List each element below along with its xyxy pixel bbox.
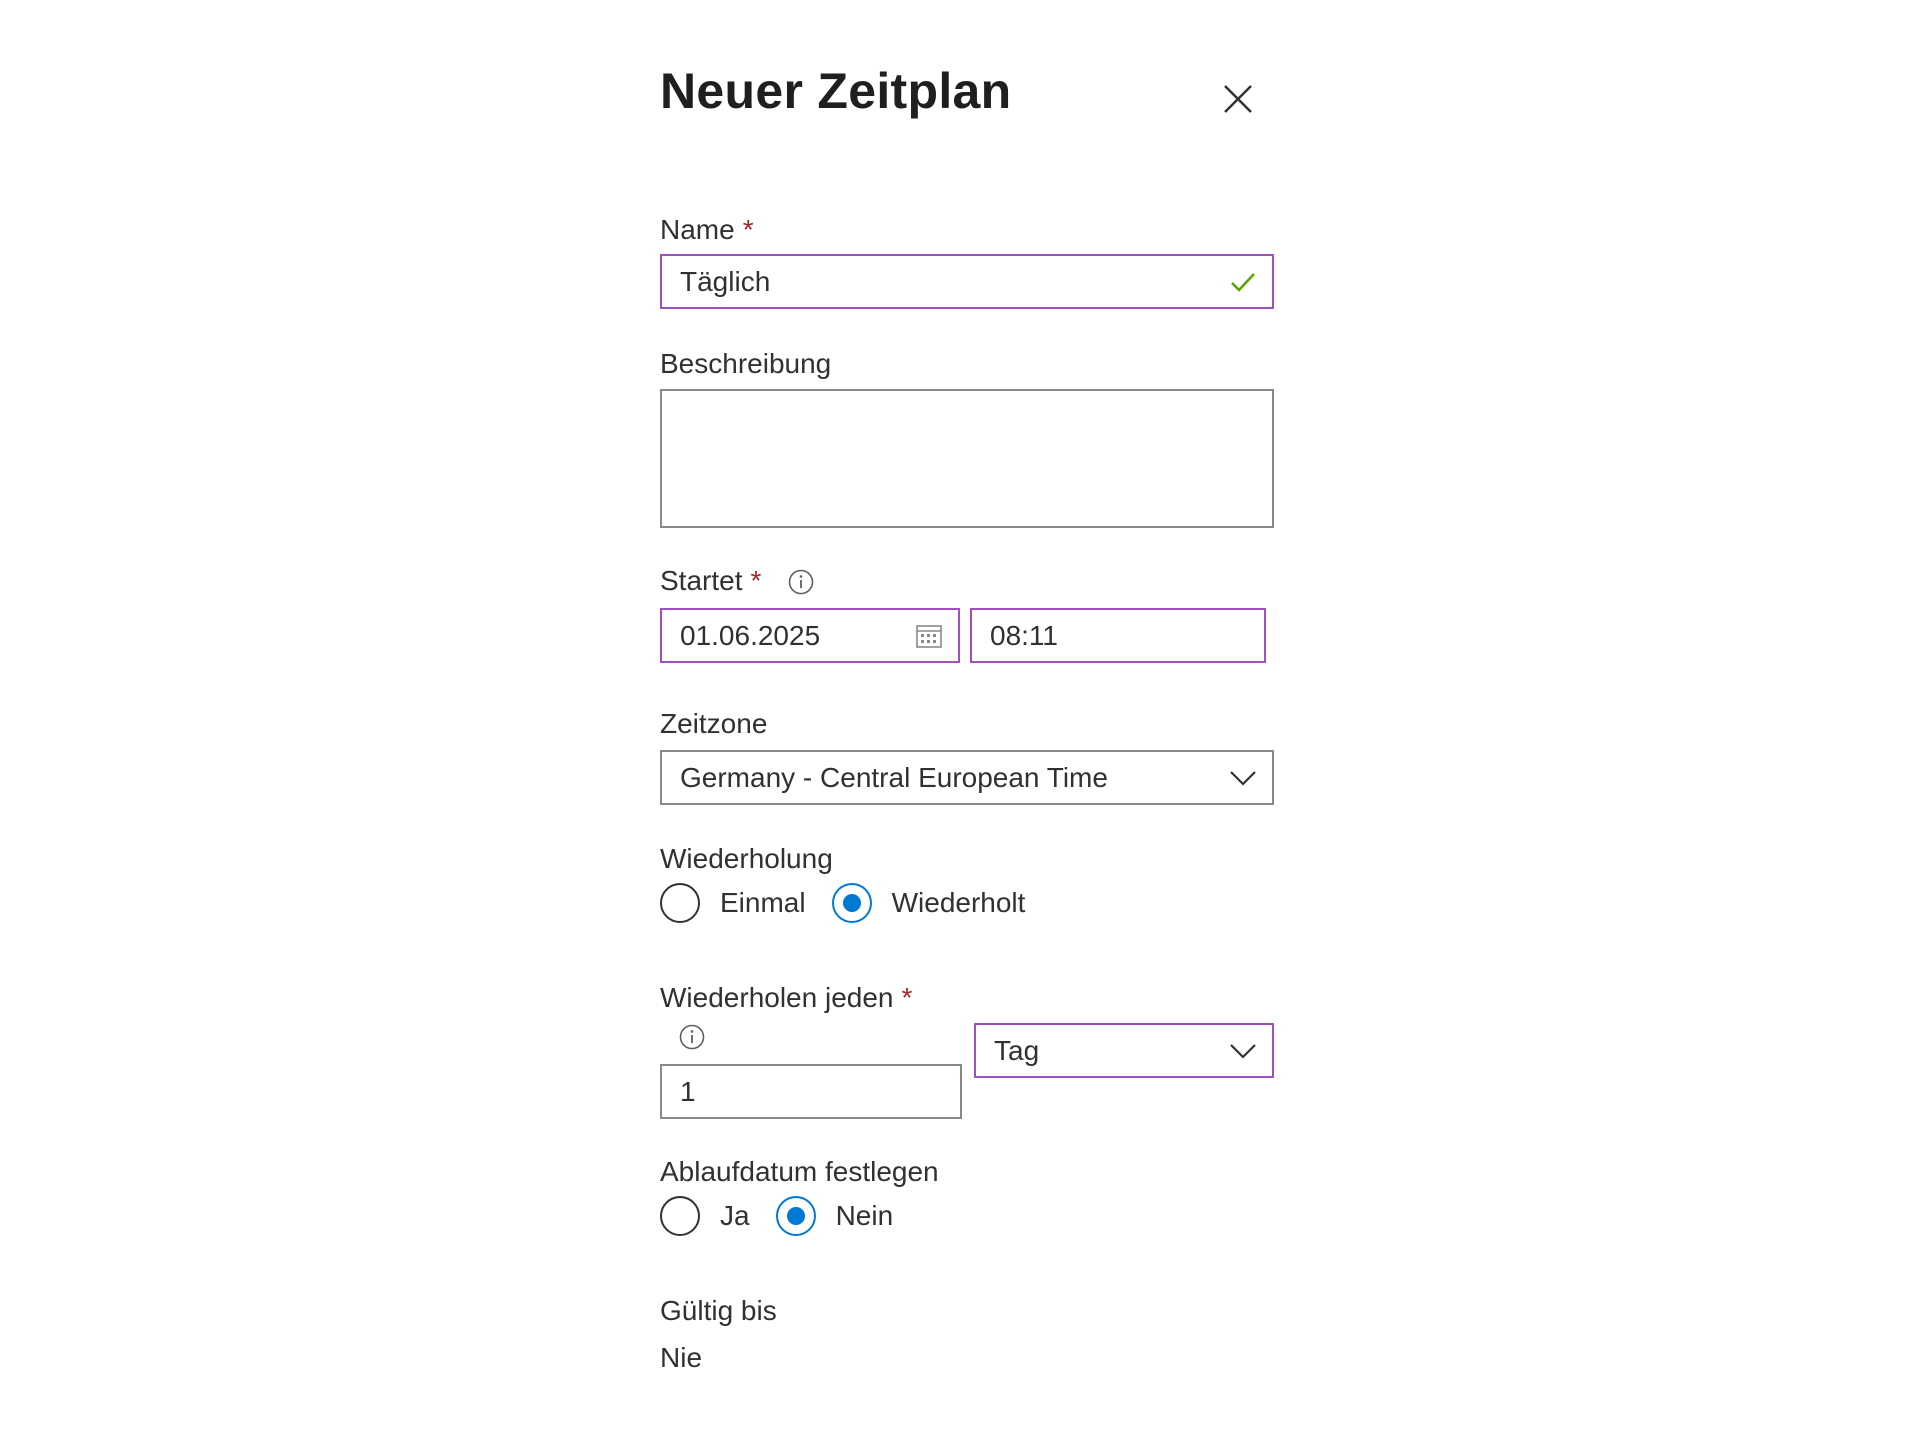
start-label: Startet *	[660, 565, 761, 597]
checkmark-icon	[1226, 265, 1260, 299]
name-input[interactable]: Täglich	[660, 254, 1274, 309]
repeat-every-label-text: Wiederholen jeden	[660, 982, 894, 1013]
new-schedule-panel: Neuer Zeitplan Name * Täglich Beschreibun…	[660, 0, 1275, 1440]
required-marker: *	[901, 982, 913, 1013]
chevron-down-icon	[1226, 761, 1260, 795]
radio-wiederholt[interactable]: Wiederholt	[831, 883, 1026, 923]
calendar-icon[interactable]	[912, 619, 946, 653]
description-label: Beschreibung	[660, 348, 832, 379]
valid-until-label: Gültig bis	[660, 1295, 777, 1326]
description-textarea[interactable]	[660, 389, 1274, 528]
valid-until-value: Nie	[660, 1342, 703, 1373]
dialog-title: Neuer Zeitplan	[660, 63, 1012, 119]
radio-circle-unchecked	[660, 883, 700, 923]
radio-einmal[interactable]: Einmal	[660, 883, 806, 923]
required-marker: *	[742, 214, 754, 245]
name-label-text: Name	[660, 214, 735, 245]
radio-wiederholt-label: Wiederholt	[891, 887, 1026, 918]
info-icon[interactable]	[787, 568, 815, 596]
start-date-picker[interactable]: 01.06.2025	[660, 608, 960, 663]
name-input-value: Täglich	[680, 265, 771, 297]
start-time-input[interactable]: 08:11	[970, 608, 1266, 663]
name-label: Name *	[660, 214, 754, 246]
repeat-every-label: Wiederholen jeden *	[660, 982, 912, 1014]
close-icon	[1224, 85, 1252, 113]
expiration-label: Ablaufdatum festlegen	[660, 1156, 939, 1187]
repeat-unit-selected-value: Tag	[994, 1034, 1040, 1066]
radio-ja[interactable]: Ja	[660, 1196, 750, 1236]
repeat-unit-dropdown[interactable]: Tag	[974, 1023, 1274, 1078]
repeat-interval-value: 1	[680, 1075, 696, 1107]
radio-ja-label: Ja	[720, 1200, 750, 1231]
start-label-text: Startet	[660, 565, 743, 596]
recurrence-label: Wiederholung	[660, 843, 833, 874]
radio-nein-label: Nein	[835, 1200, 894, 1231]
close-button[interactable]	[1217, 78, 1259, 120]
start-time-value: 08:11	[990, 619, 1058, 651]
repeat-interval-input[interactable]: 1	[660, 1064, 962, 1119]
chevron-down-icon	[1226, 1034, 1260, 1068]
radio-circle-checked	[831, 883, 872, 923]
timezone-dropdown[interactable]: Germany - Central European Time	[660, 750, 1274, 805]
timezone-selected-value: Germany - Central European Time	[680, 761, 1108, 793]
radio-circle-checked	[775, 1196, 816, 1236]
radio-einmal-label: Einmal	[720, 887, 806, 918]
radio-nein[interactable]: Nein	[775, 1196, 894, 1236]
timezone-label: Zeitzone	[660, 708, 768, 739]
expiration-radio-group: Ja Nein	[660, 1196, 919, 1236]
required-marker: *	[750, 565, 762, 596]
start-date-value: 01.06.2025	[680, 619, 821, 651]
radio-circle-unchecked	[660, 1196, 700, 1236]
recurrence-radio-group: Einmal Wiederholt	[660, 883, 1051, 923]
info-icon[interactable]	[678, 1023, 706, 1051]
